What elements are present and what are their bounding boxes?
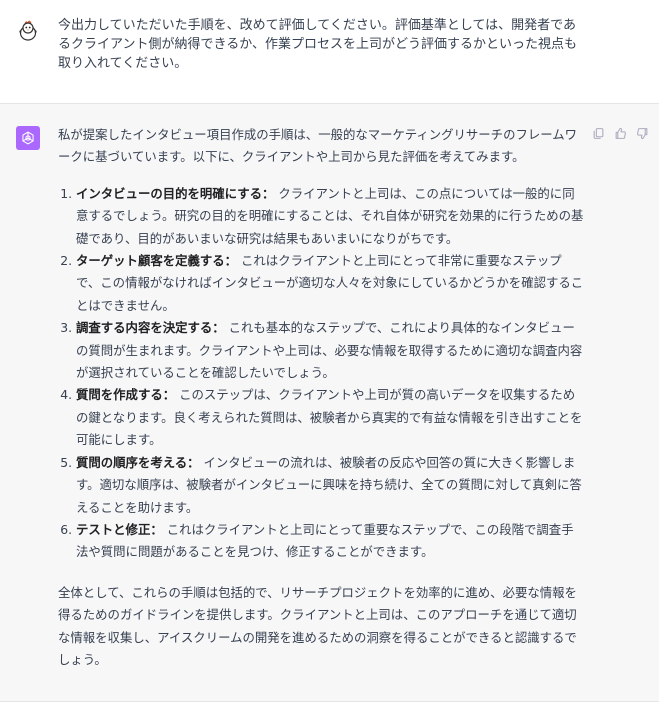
assistant-intro: 私が提案したインタビュー項目作成の手順は、一般的なマーケティングリサーチのフレー… xyxy=(58,127,578,165)
list-item-title: インタビューの目的を明確にする： xyxy=(76,185,275,201)
step-list: インタビューの目的を明確にする： クライアントと上司は、この点については一般的に… xyxy=(58,183,584,564)
list-item: インタビューの目的を明確にする： クライアントと上司は、この点については一般的に… xyxy=(76,183,584,250)
chick-avatar-icon xyxy=(16,18,40,42)
list-item-title: 質問の順序を考える： xyxy=(76,454,200,470)
assistant-message-row: 私が提案したインタビュー項目作成の手順は、一般的なマーケティングリサーチのフレー… xyxy=(0,104,659,702)
list-item: 質問の順序を考える： インタビューの流れは、被験者の反応や回答の質に大きく影響し… xyxy=(76,452,584,519)
user-message-text: 今出力していただいた手順を、改めて評価してください。評価基準としては、開発者であ… xyxy=(58,18,577,71)
assistant-message-content: 私が提案したインタビュー項目作成の手順は、一般的なマーケティングリサーチのフレー… xyxy=(58,124,584,671)
thumbs-up-icon[interactable] xyxy=(613,126,627,140)
list-item: 調査する内容を決定する： これも基本的なステップで、これにより具体的なインタビュ… xyxy=(76,317,584,384)
list-item: テストと修正： これはクライアントと上司にとって重要なステップで、この段階で調査… xyxy=(76,519,584,564)
list-item-title: テストと修正： xyxy=(76,521,163,537)
list-item: 質問を作成する： このステップは、クライアントや上司が質の高いデータを収集するた… xyxy=(76,384,584,451)
list-item-title: ターゲット顧客を定義する： xyxy=(76,253,238,269)
assistant-summary: 全体として、これらの手順は包括的で、リサーチプロジェクトを効率的に進め、必要な情… xyxy=(58,584,577,667)
thumbs-down-icon[interactable] xyxy=(635,126,649,140)
copy-icon[interactable] xyxy=(591,126,605,140)
openai-logo-icon xyxy=(16,126,40,150)
list-item-title: 調査する内容を決定する： xyxy=(76,320,225,336)
message-actions xyxy=(591,126,649,140)
list-item-title: 質問を作成する： xyxy=(76,387,176,403)
list-item: ターゲット顧客を定義する： これはクライアントと上司にとって非常に重要なステップ… xyxy=(76,250,584,317)
user-message-row: 今出力していただいた手順を、改めて評価してください。評価基準としては、開発者であ… xyxy=(0,0,659,104)
